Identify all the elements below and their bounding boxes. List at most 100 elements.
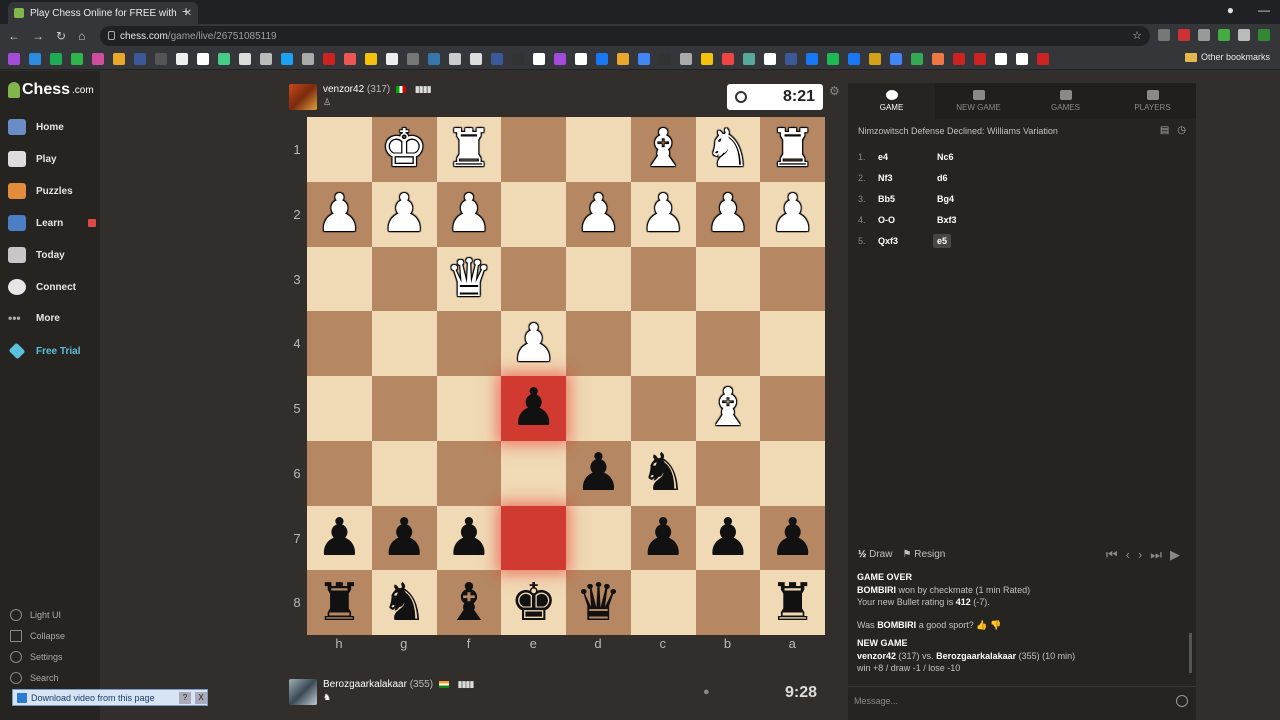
collapse-button[interactable]: Collapse [10,630,65,642]
bookmark-icon[interactable] [386,52,398,65]
profile-icon[interactable]: ● [1227,3,1234,17]
bookmark-icon[interactable] [785,52,797,65]
scrollbar[interactable] [1189,633,1192,673]
board-square-a6[interactable] [760,440,825,506]
board-square-a2[interactable]: ♟ [760,181,825,247]
board-square-e2[interactable] [501,181,566,247]
white-move[interactable]: Nf3 [878,173,933,183]
bookmark-icon[interactable] [575,52,587,65]
board-square-b5[interactable]: ♝ [695,376,761,441]
board-square-h7[interactable]: ♟ [307,505,372,571]
white-pawn-icon[interactable]: ♟ [705,188,752,240]
bookmark-icon[interactable] [533,52,545,65]
clock-history-icon[interactable]: ◷ [1177,125,1186,136]
book-icon[interactable]: ▤ [1160,125,1169,136]
bookmark-icon[interactable] [134,52,146,65]
board-square-d7[interactable] [566,505,631,571]
sidebar-item-learn[interactable]: Learn [8,215,96,231]
bookmark-icon[interactable] [512,52,524,65]
sidebar-item-play[interactable]: Play [8,151,57,167]
settings-button[interactable]: Settings [10,651,63,663]
bookmark-icon[interactable] [50,52,62,65]
bookmark-icon[interactable] [953,52,965,65]
bookmark-icon[interactable] [701,52,713,65]
black-move[interactable]: Bg4 [933,192,958,206]
board-square-f1[interactable]: ♜ [436,117,502,182]
bookmark-icon[interactable] [743,52,755,65]
bookmark-icon[interactable] [281,52,293,65]
bookmark-icon[interactable] [995,52,1007,65]
board-square-e3[interactable] [501,246,566,312]
black-king-icon[interactable]: ♚ [510,577,557,629]
board-square-c8[interactable] [630,570,696,635]
bookmark-icon[interactable] [596,52,608,65]
bookmark-icon[interactable] [848,52,860,65]
board-square-b2[interactable]: ♟ [695,181,761,247]
top-player-name[interactable]: venzor42 [323,84,364,95]
bookmark-icon[interactable] [92,52,104,65]
board-square-h6[interactable] [307,440,372,506]
extension-icon[interactable] [1178,29,1190,41]
bookmark-icon[interactable] [197,52,209,65]
board-square-h4[interactable] [307,311,372,376]
ng-player1[interactable]: venzor42 [857,651,896,661]
avatar[interactable] [289,84,317,110]
bookmark-icon[interactable] [470,52,482,65]
black-pawn-icon[interactable]: ♟ [316,512,363,564]
resign-button[interactable]: ⚑ Resign [902,549,945,560]
board-square-f8[interactable]: ♝ [436,570,502,635]
bookmark-icon[interactable] [869,52,881,65]
tab-game[interactable]: GAME [848,83,935,119]
board-square-g2[interactable]: ♟ [371,181,437,247]
extension-icon[interactable] [1258,29,1270,41]
board-square-b6[interactable] [695,440,761,506]
board-square-c1[interactable]: ♝ [630,117,696,182]
board-square-h8[interactable]: ♜ [307,570,372,635]
new-game-heading[interactable]: NEW GAME [857,637,1187,650]
bookmark-icon[interactable] [806,52,818,65]
browser-tab[interactable]: Play Chess Online for FREE with ✕ [8,2,198,24]
tab-players[interactable]: PLAYERS [1109,83,1196,119]
black-rook-icon[interactable]: ♜ [316,577,363,629]
white-pawn-icon[interactable]: ♟ [769,188,816,240]
black-bishop-icon[interactable]: ♝ [446,577,493,629]
bookmark-icon[interactable] [554,52,566,65]
board-square-e1[interactable] [501,117,566,182]
board-square-e5[interactable]: ♟ [501,376,566,441]
board-square-g4[interactable] [371,311,437,376]
black-queen-icon[interactable]: ♛ [575,577,622,629]
tab-games[interactable]: GAMES [1022,83,1109,119]
black-pawn-icon[interactable]: ♟ [705,512,752,564]
board-square-d8[interactable]: ♛ [566,570,631,635]
bookmark-icon[interactable] [1037,52,1049,65]
board-square-g6[interactable] [371,440,437,506]
board-square-e4[interactable]: ♟ [501,311,566,376]
help-icon[interactable]: ? [179,691,191,704]
opening-name[interactable]: Nimzowitsch Defense Declined: Williams V… [858,126,1058,136]
board-square-b8[interactable] [695,570,761,635]
chess-board[interactable]: ♚ ♜ ♝ ♞ ♜ ♟ ♟ ♟ ♟ ♟ ♟ ♟ ♛ ♟ ♟ ♝ ♟ ♞ ♟ ♟ ♟ ♟ ♟ ♟ ♜ ♞ ♝ ♚ ♛ ♜ [307,117,825,635]
other-bookmarks[interactable]: Other bookmarks [1184,52,1270,62]
forward-icon[interactable]: → [32,29,44,43]
black-move[interactable]: Bxf3 [933,213,961,227]
black-move[interactable]: d6 [933,171,952,185]
extension-icon[interactable] [1198,29,1210,41]
bookmark-icon[interactable] [218,52,230,65]
black-move[interactable]: e5 [933,233,952,248]
bookmark-icon[interactable] [932,52,944,65]
bottom-player-name[interactable]: Berozgaarkalakaar [323,679,407,690]
board-square-g1[interactable]: ♚ [371,117,437,182]
reload-icon[interactable]: ↻ [56,29,66,43]
bookmark-icon[interactable] [365,52,377,65]
next-move-icon[interactable]: › [1138,547,1142,563]
white-move[interactable]: Bb5 [878,194,933,204]
white-bishop-icon[interactable]: ♝ [640,123,687,175]
emoji-icon[interactable] [1176,694,1188,707]
download-video-bar[interactable]: Download video from this page ? X [12,689,208,706]
sidebar-item-today[interactable]: Today [8,247,65,263]
bookmark-icon[interactable] [491,52,503,65]
bookmark-icon[interactable] [155,52,167,65]
board-square-f4[interactable] [436,311,502,376]
board-square-e6[interactable] [501,440,566,506]
white-pawn-icon[interactable]: ♟ [316,188,363,240]
